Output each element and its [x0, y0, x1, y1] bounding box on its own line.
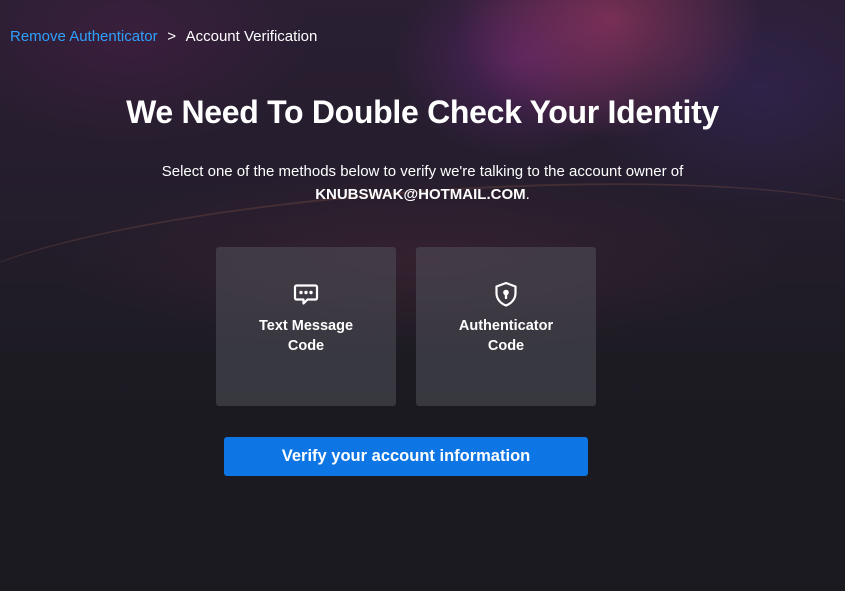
- breadcrumb-current: Account Verification: [185, 28, 318, 45]
- description-text: Select one of the methods below to verif…: [161, 163, 684, 180]
- chevron-right-icon: >: [167, 28, 176, 45]
- text-message-code-option[interactable]: Text Message Code: [216, 247, 396, 406]
- email-suffix: .: [525, 186, 530, 203]
- authenticator-code-label: Authenticator Code: [459, 316, 553, 356]
- authenticator-label-line1: Authenticator: [458, 318, 554, 334]
- text-message-label-line1: Text Message: [258, 318, 354, 334]
- text-message-code-label: Text Message Code: [259, 316, 353, 356]
- chat-bubble-icon: [293, 284, 319, 305]
- verify-account-information-button[interactable]: Verify your account information: [224, 437, 588, 476]
- breadcrumb: Remove Authenticator > Account Verificat…: [10, 28, 317, 45]
- page-title: We Need To Double Check Your Identity: [126, 94, 719, 130]
- authenticator-label-line2: Code: [487, 338, 525, 354]
- text-message-label-line2: Code: [287, 338, 325, 354]
- account-email-line: KNUBSWAK@HOTMAIL.COM.: [0, 183, 845, 206]
- authenticator-code-option[interactable]: Authenticator Code: [416, 247, 596, 406]
- shield-lock-icon: [495, 281, 517, 307]
- breadcrumb-remove-authenticator-link[interactable]: Remove Authenticator: [10, 28, 158, 45]
- page-description: Select one of the methods below to verif…: [0, 160, 845, 206]
- page: Remove Authenticator > Account Verificat…: [0, 0, 845, 591]
- account-email: KNUBSWAK@HOTMAIL.COM: [315, 186, 526, 203]
- verification-methods: Text Message Code Authenticator Code: [216, 247, 596, 406]
